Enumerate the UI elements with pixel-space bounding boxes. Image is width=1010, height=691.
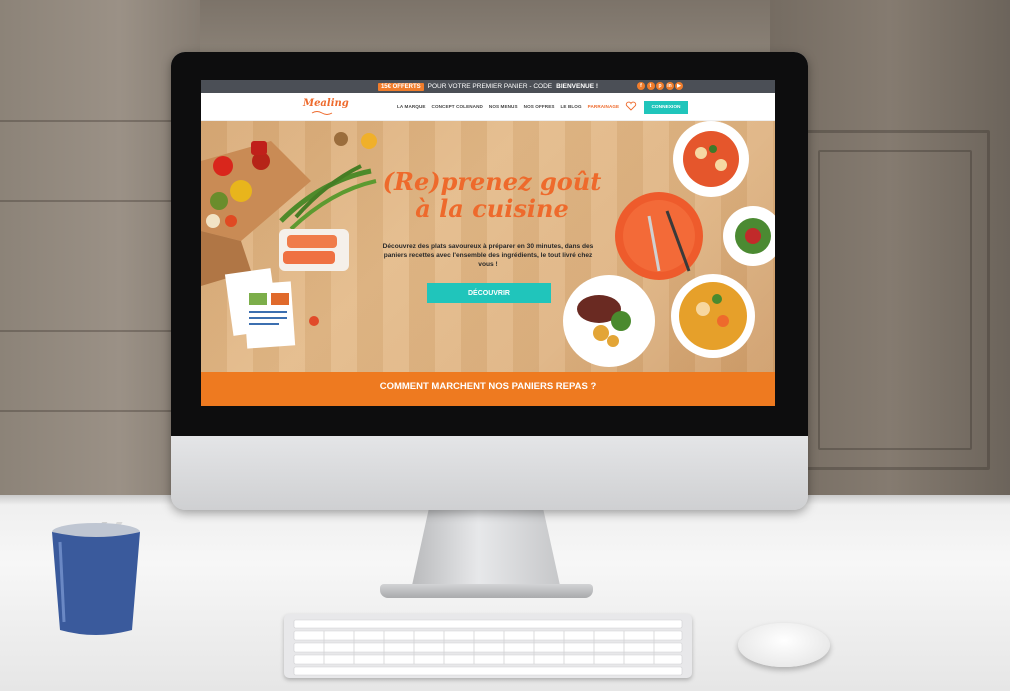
social-links: f t p in ▶ — [637, 82, 683, 90]
site-navbar: Mealing LA MARQUE CONCEPT COLENAND NOS M… — [201, 93, 775, 121]
hero-title-line1: (Re)prenez goût — [382, 167, 602, 196]
wall-left — [0, 0, 200, 500]
facebook-icon[interactable]: f — [637, 82, 645, 90]
salmon-image — [279, 229, 349, 271]
nav-nos-offres[interactable]: NOS OFFRES — [524, 104, 555, 109]
monitor-stand — [411, 508, 561, 590]
pencil-cup — [52, 522, 140, 635]
nav-nos-menus[interactable]: NOS MENUS — [489, 104, 518, 109]
monitor-chin — [171, 436, 808, 510]
monitor-stand-foot — [380, 584, 593, 598]
keyboard-keys-icon — [293, 619, 683, 676]
nav-concept[interactable]: CONCEPT COLENAND — [432, 104, 483, 109]
logo-swirl-icon — [311, 111, 333, 115]
promo-bar[interactable]: 15€ OFFERTS POUR VOTRE PREMIER PANIER - … — [201, 80, 775, 93]
promo-text: POUR VOTRE PREMIER PANIER - CODE — [427, 83, 553, 90]
nav-le-blog[interactable]: LE BLOG — [561, 104, 582, 109]
twitter-icon[interactable]: t — [646, 82, 655, 90]
how-it-works-band: COMMENT MARCHENT NOS PANIERS REPAS ? — [201, 372, 775, 406]
website-screen: 15€ OFFERTS POUR VOTRE PREMIER PANIER - … — [201, 80, 775, 406]
hero-subtitle: Découvrez des plats savoureux à préparer… — [382, 243, 594, 268]
heart-icon[interactable] — [625, 101, 637, 111]
wall-top — [200, 0, 770, 60]
promo-code: BIENVENUE ! — [556, 83, 599, 90]
keyboard — [284, 614, 692, 678]
youtube-icon[interactable]: ▶ — [675, 82, 683, 90]
site-logo[interactable]: Mealing — [303, 98, 349, 109]
hero-section: (Re)prenez goût à la cuisine Découvrez d… — [201, 121, 775, 372]
promo-badge: 15€ OFFERTS — [377, 82, 424, 91]
nav-la-marque[interactable]: LA MARQUE — [397, 104, 426, 109]
main-nav: LA MARQUE CONCEPT COLENAND NOS MENUS NOS… — [397, 104, 619, 109]
pinterest-icon[interactable]: p — [656, 82, 664, 90]
hero-title: (Re)prenez goût à la cuisine — [377, 168, 607, 222]
login-button[interactable]: CONNEXION — [644, 101, 688, 114]
mouse — [738, 623, 830, 667]
recipe-cards-image — [224, 268, 296, 349]
nav-parrainage[interactable]: PARRAINAGE — [588, 104, 620, 109]
how-it-works-title: COMMENT MARCHENT NOS PANIERS REPAS ? — [379, 381, 597, 392]
discover-button[interactable]: DÉCOUVRIR — [427, 283, 551, 303]
hero-title-line2: à la cuisine — [415, 194, 569, 223]
linkedin-icon[interactable]: in — [665, 82, 674, 90]
